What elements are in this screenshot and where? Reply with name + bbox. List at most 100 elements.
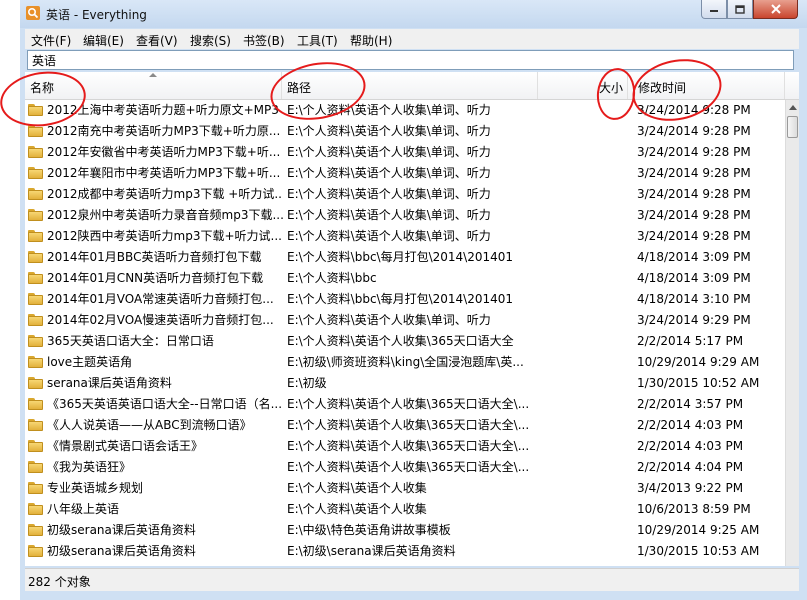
row-name bbox=[47, 562, 283, 566]
row-modified: 2/2/2014 4:04 PM bbox=[637, 460, 744, 474]
app-search-icon bbox=[26, 6, 40, 20]
row-name: 初级serana课后英语角资料 bbox=[47, 544, 196, 558]
row-modified: 2/2/2014 4:03 PM bbox=[637, 439, 744, 453]
column-name-header[interactable]: 名称 bbox=[25, 72, 282, 99]
row-path bbox=[287, 562, 533, 566]
row-name: serana课后英语角资料 bbox=[47, 376, 172, 390]
table-row[interactable]: 初级serana课后英语角资料 E:\中级\特色英语角讲故事模板 10/29/201… bbox=[25, 520, 785, 541]
table-row[interactable]: 2014年02月VOA慢速英语听力音频打包... E:\个人资料\英语个人收集\单… bbox=[25, 310, 785, 331]
menu-edit[interactable]: 编辑(E) bbox=[83, 32, 124, 49]
sort-ascending-icon bbox=[149, 73, 157, 77]
table-row[interactable]: 初级serana课后英语角资料 E:\初级\serana课后英语角资料 1/30/2… bbox=[25, 541, 785, 562]
table-row[interactable]: 2012泉州中考英语听力录音音频mp3下载... E:\个人资料\英语个人收集\单… bbox=[25, 205, 785, 226]
column-modified-header[interactable]: 修改时间 bbox=[628, 72, 785, 99]
folder-icon bbox=[28, 230, 43, 242]
title-bar[interactable]: 英语 - Everything bbox=[20, 0, 807, 28]
row-modified: 10/29/2014 9:29 AM bbox=[637, 355, 760, 369]
folder-icon bbox=[28, 377, 43, 389]
row-path: E:\个人资料\英语个人收集\单词、听力 bbox=[287, 145, 491, 159]
row-modified bbox=[637, 562, 782, 566]
search-input[interactable] bbox=[27, 50, 794, 70]
row-path: E:\个人资料\英语个人收集\单词、听力 bbox=[287, 166, 491, 180]
table-row[interactable]: 《我为英语狂》 E:\个人资料\英语个人收集\365天口语大全\... 2/2/20… bbox=[25, 457, 785, 478]
close-button[interactable] bbox=[753, 0, 798, 19]
row-modified: 3/24/2014 9:28 PM bbox=[637, 103, 751, 117]
folder-icon bbox=[28, 167, 43, 179]
table-row[interactable]: 2012上海中考英语听力题+听力原文+MP3 E:\个人资料\英语个人收集\单词、… bbox=[25, 100, 785, 121]
row-modified: 3/24/2014 9:28 PM bbox=[637, 145, 751, 159]
folder-icon bbox=[28, 440, 43, 452]
row-path: E:\个人资料\bbc\每月打包\2014\201401 bbox=[287, 250, 514, 264]
row-name: 《365天英语英语口语大全--日常口语（名... bbox=[47, 397, 283, 411]
table-row[interactable]: 2012成都中考英语听力mp3下载 +听力试... E:\个人资料\英语个人收集\… bbox=[25, 184, 785, 205]
column-size-header[interactable]: 大小 bbox=[538, 72, 628, 99]
folder-icon bbox=[28, 398, 43, 410]
row-name: 专业英语城乡规划 bbox=[47, 481, 144, 495]
table-row[interactable]: 《365天英语英语口语大全--日常口语（名... E:\个人资料\英语个人收集\3… bbox=[25, 394, 785, 415]
menu-search[interactable]: 搜索(S) bbox=[190, 32, 231, 49]
scroll-up-icon[interactable] bbox=[789, 105, 797, 110]
row-modified: 2/2/2014 3:57 PM bbox=[637, 397, 744, 411]
vertical-scrollbar[interactable] bbox=[785, 100, 799, 566]
folder-icon bbox=[28, 293, 43, 305]
folder-icon bbox=[28, 272, 43, 284]
row-path: E:\初级 bbox=[287, 376, 327, 390]
row-modified: 1/30/2015 10:53 AM bbox=[637, 544, 760, 558]
table-row[interactable]: 365天英语口语大全：日常口语 E:\个人资料\英语个人收集\365天口语大全 2/… bbox=[25, 331, 785, 352]
row-path: E:\个人资料\英语个人收集\365天口语大全\... bbox=[287, 460, 530, 474]
row-path: E:\个人资料\英语个人收集\单词、听力 bbox=[287, 208, 491, 222]
minimize-button[interactable] bbox=[701, 0, 727, 19]
row-name: 八年级上英语 bbox=[47, 502, 120, 516]
row-modified: 10/6/2013 8:59 PM bbox=[637, 502, 751, 516]
table-row[interactable] bbox=[25, 562, 785, 566]
column-name-label: 名称 bbox=[30, 81, 55, 95]
menu-help[interactable]: 帮助(H) bbox=[350, 32, 392, 49]
row-name: 2012年襄阳市中考英语听力MP3下载+听... bbox=[47, 166, 281, 180]
everything-window: 英语 - Everything 文件(F) 编辑(E) 查看(V) 搜索(S) … bbox=[20, 0, 807, 600]
row-name: 《人人说英语——从ABC到流畅口语》 bbox=[47, 418, 252, 432]
folder-icon bbox=[28, 314, 43, 326]
table-row[interactable]: love主题英语角 E:\初级\师资班资料\king\全国浸泡题库\英... 10/… bbox=[25, 352, 785, 373]
row-path: E:\个人资料\英语个人收集\单词、听力 bbox=[287, 229, 491, 243]
row-name: 《情景剧式英语口语会话王》 bbox=[47, 439, 204, 453]
table-row[interactable]: 2012南充中考英语听力MP3下载+听力原... E:\个人资料\英语个人收集\单… bbox=[25, 121, 785, 142]
table-row[interactable]: 2014年01月BBC英语听力音频打包下载 E:\个人资料\bbc\每月打包\20… bbox=[25, 247, 785, 268]
folder-icon bbox=[28, 356, 43, 368]
menu-file[interactable]: 文件(F) bbox=[31, 32, 71, 49]
folder-icon bbox=[28, 482, 43, 494]
row-modified: 3/4/2013 9:22 PM bbox=[637, 481, 744, 495]
table-row[interactable]: 2012陕西中考英语听力mp3下载+听力试... E:\个人资料\英语个人收集\单… bbox=[25, 226, 785, 247]
table-row[interactable]: 《人人说英语——从ABC到流畅口语》 E:\个人资料\英语个人收集\365天口语大… bbox=[25, 415, 785, 436]
table-row[interactable]: 2014年01月VOA常速英语听力音频打包... E:\个人资料\bbc\每月打包… bbox=[25, 289, 785, 310]
result-rows: 2012上海中考英语听力题+听力原文+MP3 E:\个人资料\英语个人收集\单词、… bbox=[25, 100, 785, 566]
folder-icon bbox=[28, 209, 43, 221]
folder-icon bbox=[28, 545, 43, 557]
table-row[interactable]: 《情景剧式英语口语会话王》 E:\个人资料\英语个人收集\365天口语大全\...… bbox=[25, 436, 785, 457]
column-modified-label: 修改时间 bbox=[638, 81, 687, 95]
table-row[interactable]: 2014年01月CNN英语听力音频打包下载 E:\个人资料\bbc 4/18/201… bbox=[25, 268, 785, 289]
row-path: E:\个人资料\英语个人收集\365天口语大全 bbox=[287, 334, 514, 348]
menu-bookmarks[interactable]: 书签(B) bbox=[243, 32, 285, 49]
window-title: 英语 - Everything bbox=[46, 8, 147, 22]
results-list[interactable]: 名称 路径 大小 修改时间 2012上海中考英语听力题+听力原文+MP3 E:\个… bbox=[25, 72, 799, 566]
row-name: 初级serana课后英语角资料 bbox=[47, 523, 196, 537]
row-path: E:\个人资料\英语个人收集 bbox=[287, 481, 427, 495]
table-row[interactable]: 八年级上英语 E:\个人资料\英语个人收集 10/6/2013 8:59 PM bbox=[25, 499, 785, 520]
table-row[interactable]: 专业英语城乡规划 E:\个人资料\英语个人收集 3/4/2013 9:22 PM bbox=[25, 478, 785, 499]
scrollbar-thumb[interactable] bbox=[787, 116, 798, 138]
table-row[interactable]: 2012年安徽省中考英语听力MP3下载+听... E:\个人资料\英语个人收集\单… bbox=[25, 142, 785, 163]
row-path: E:\个人资料\英语个人收集\单词、听力 bbox=[287, 124, 491, 138]
menu-view[interactable]: 查看(V) bbox=[136, 32, 178, 49]
object-count: 282 个对象 bbox=[28, 575, 91, 589]
column-path-label: 路径 bbox=[287, 81, 312, 95]
folder-icon bbox=[28, 104, 43, 116]
row-name: 2012泉州中考英语听力录音音频mp3下载... bbox=[47, 208, 283, 222]
maximize-button[interactable] bbox=[727, 0, 753, 19]
row-modified: 2/2/2014 4:03 PM bbox=[637, 418, 744, 432]
table-row[interactable]: 2012年襄阳市中考英语听力MP3下载+听... E:\个人资料\英语个人收集\单… bbox=[25, 163, 785, 184]
menu-tools[interactable]: 工具(T) bbox=[297, 32, 338, 49]
row-modified: 2/2/2014 5:17 PM bbox=[637, 334, 744, 348]
column-path-header[interactable]: 路径 bbox=[282, 72, 538, 99]
menu-bar: 文件(F) 编辑(E) 查看(V) 搜索(S) 书签(B) 工具(T) 帮助(H… bbox=[25, 29, 799, 49]
table-row[interactable]: serana课后英语角资料 E:\初级 1/30/2015 10:52 AM bbox=[25, 373, 785, 394]
